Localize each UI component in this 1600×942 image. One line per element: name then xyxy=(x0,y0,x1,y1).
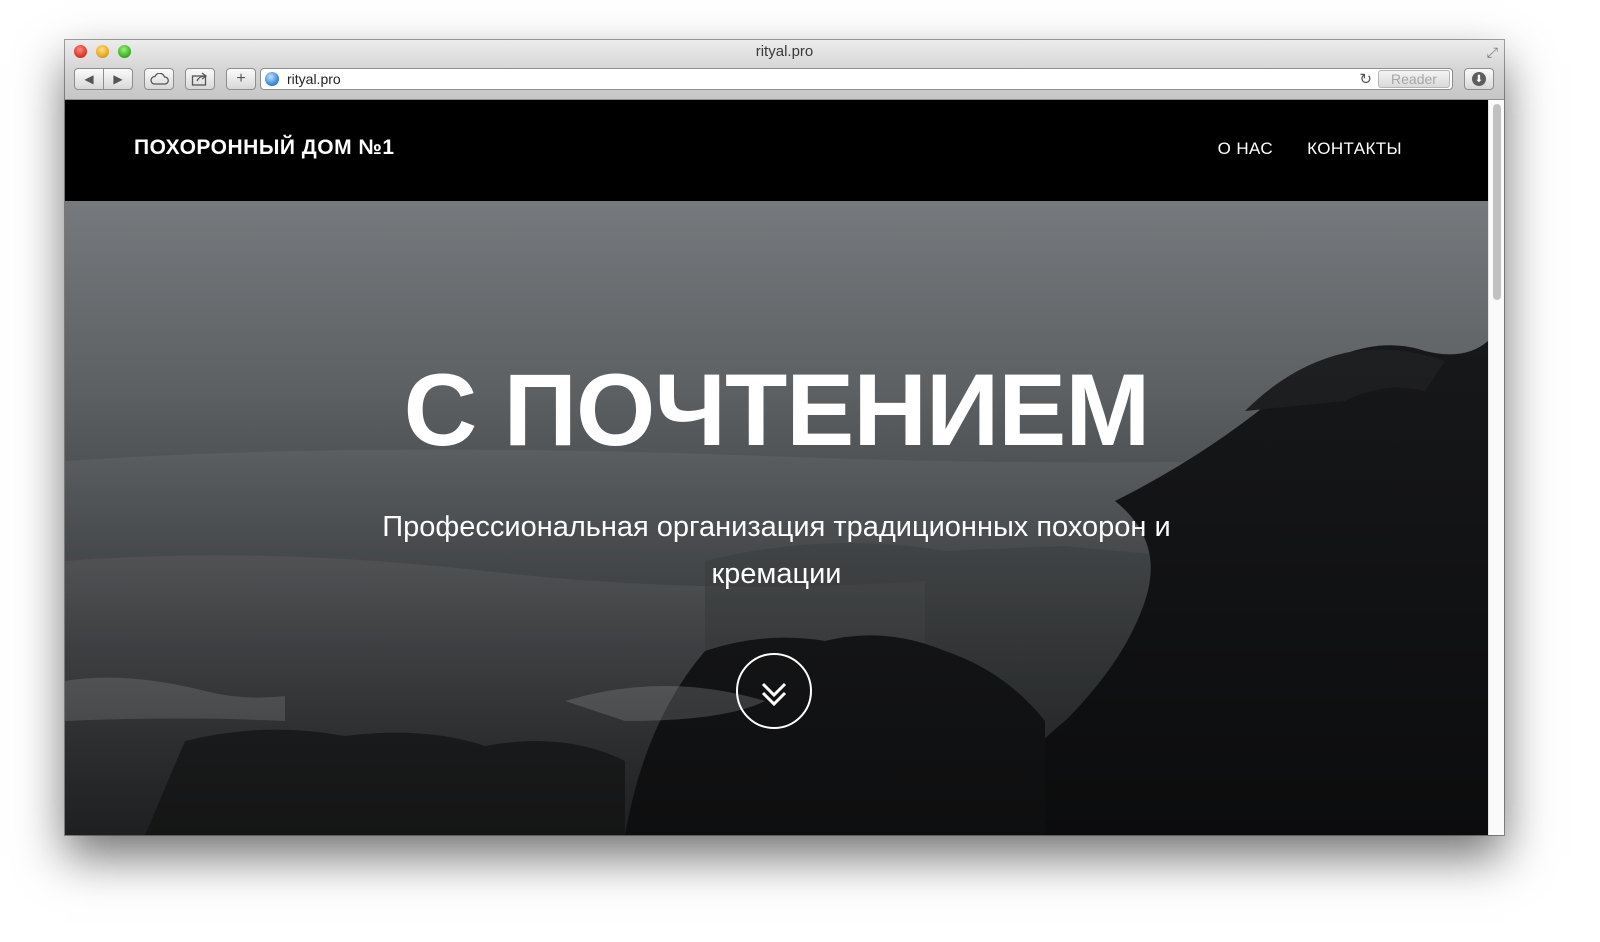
plus-icon: + xyxy=(236,70,246,87)
page-scrollbar[interactable] xyxy=(1488,100,1504,835)
hero-section: С ПОЧТЕНИЕМ Профессиональная организация… xyxy=(65,201,1488,835)
address-url[interactable]: rityal.pro xyxy=(287,71,341,87)
address-bar[interactable]: rityal.pro ↻ Reader xyxy=(260,68,1453,90)
reload-icon[interactable]: ↻ xyxy=(1359,70,1372,88)
cloud-icon xyxy=(150,73,169,85)
downloads-button[interactable]: ⬇ xyxy=(1464,68,1494,90)
browser-toolbar: rityal.pro ⤢ ◀ ▶ + rityal.pro ↻ Reader ⬇ xyxy=(65,40,1504,100)
page-viewport: ПОХОРОННЫЙ ДОМ №1 О НАС КОНТАКТЫ С ПОЧТЕ… xyxy=(65,100,1504,835)
scrollbar-thumb[interactable] xyxy=(1493,104,1501,300)
nav-item-contacts[interactable]: КОНТАКТЫ xyxy=(1307,139,1402,159)
new-tab-button[interactable]: + xyxy=(226,68,256,90)
scroll-down-button[interactable] xyxy=(736,653,812,729)
hero-headline: С ПОЧТЕНИЕМ xyxy=(403,353,1151,467)
share-icon xyxy=(191,72,208,86)
window-title: rityal.pro xyxy=(755,43,814,60)
download-icon: ⬇ xyxy=(1472,72,1486,86)
browser-window: rityal.pro ⤢ ◀ ▶ + rityal.pro ↻ Reader ⬇… xyxy=(65,40,1504,835)
forward-button[interactable]: ▶ xyxy=(103,68,133,90)
globe-icon xyxy=(265,72,279,86)
double-chevron-down-icon xyxy=(761,682,787,707)
back-button[interactable]: ◀ xyxy=(74,68,104,90)
forward-arrow-icon: ▶ xyxy=(113,72,123,86)
site-logo[interactable]: ПОХОРОННЫЙ ДОМ №1 xyxy=(134,136,395,160)
back-arrow-icon: ◀ xyxy=(84,72,94,86)
nav-item-about[interactable]: О НАС xyxy=(1218,139,1273,159)
fullscreen-icon[interactable]: ⤢ xyxy=(1487,44,1498,61)
icloud-tabs-button[interactable] xyxy=(144,68,174,90)
hero-subheadline: Профессиональная организация традиционны… xyxy=(382,511,1171,590)
site-header: ПОХОРОННЫЙ ДОМ №1 О НАС КОНТАКТЫ xyxy=(65,100,1488,201)
reader-button[interactable]: Reader xyxy=(1378,70,1450,88)
main-nav: О НАС КОНТАКТЫ xyxy=(1218,139,1402,159)
share-button[interactable] xyxy=(185,68,215,90)
